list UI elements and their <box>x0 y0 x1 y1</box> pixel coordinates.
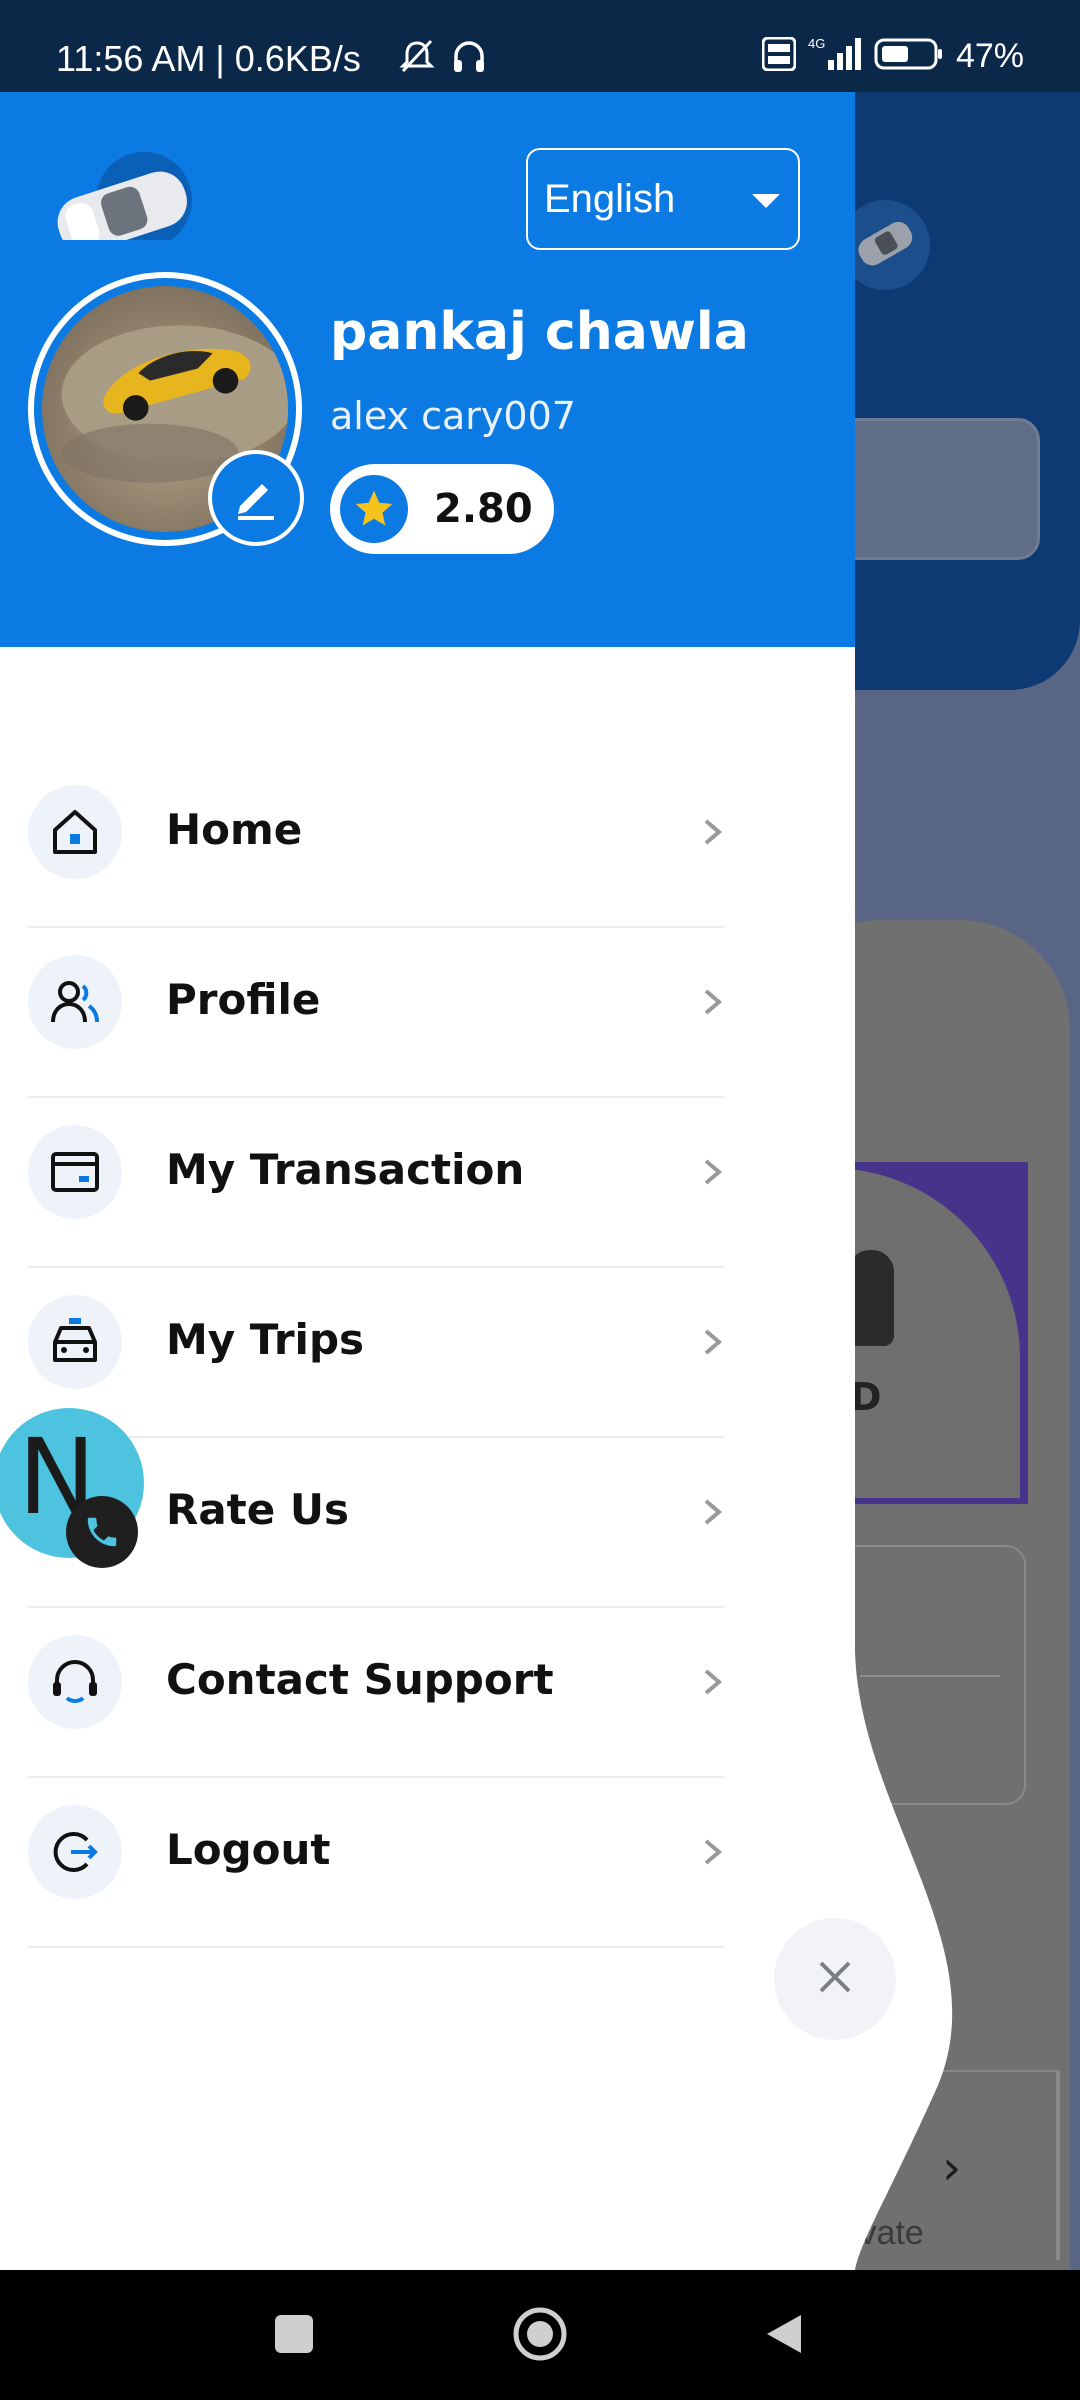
status-time: 11:56 AM | 0.6KB/s <box>56 38 361 79</box>
app-logo-car <box>48 120 198 253</box>
status-icons-left <box>398 38 488 80</box>
drawer-header: English pankaj chawla alex cary007 2.80 <box>0 92 855 647</box>
language-select[interactable]: English <box>526 148 800 250</box>
menu-item-label: Rate Us <box>166 1485 349 1534</box>
menu-item-label: My Trips <box>166 1315 365 1364</box>
menu-item-label: Profile <box>166 975 321 1024</box>
chevron-right-icon <box>704 1329 723 1355</box>
back-triangle-icon <box>761 2311 807 2361</box>
menu-item-profile[interactable]: Profile <box>0 927 855 1098</box>
svg-text:4G: 4G <box>808 36 825 51</box>
headset-icon <box>28 1635 122 1729</box>
chevron-right-icon <box>704 989 723 1015</box>
headphones-icon <box>450 38 488 80</box>
language-label: English <box>544 176 676 221</box>
square-icon <box>272 2312 316 2360</box>
menu-item-logout[interactable]: Logout <box>0 1777 855 1948</box>
home-icon <box>28 785 122 879</box>
phone-icon <box>66 1496 138 1568</box>
battery-icon <box>874 37 944 75</box>
menu-item-label: Contact Support <box>166 1655 554 1704</box>
circle-home-icon <box>510 2304 570 2368</box>
background-divider <box>860 1675 1000 1677</box>
recent-apps-button[interactable] <box>258 2300 330 2372</box>
back-button[interactable] <box>748 2300 820 2372</box>
chevron-right-icon <box>704 1499 723 1525</box>
battery-percentage: 47% <box>955 36 1024 75</box>
wallet-icon <box>28 1125 122 1219</box>
logout-icon <box>28 1805 122 1899</box>
menu-item-my-transaction[interactable]: My Transaction <box>0 1097 855 1268</box>
star-icon <box>340 475 408 543</box>
chevron-right-icon <box>704 1839 723 1865</box>
status-bar: 11:56 AM | 0.6KB/s 4G 47% <box>0 0 1080 92</box>
users-icon <box>28 955 122 1049</box>
pencil-icon <box>230 470 282 526</box>
rating-badge: 2.80 <box>330 464 554 554</box>
volte-icon <box>761 36 797 75</box>
menu-item-label: Logout <box>166 1825 331 1874</box>
rating-value: 2.80 <box>434 486 533 532</box>
close-drawer-button[interactable] <box>774 1918 896 2040</box>
floating-chat-bubble[interactable]: N <box>0 1408 144 1568</box>
menu-item-label: Home <box>166 805 303 854</box>
menu-item-home[interactable]: Home <box>0 757 855 928</box>
menu-item-contact-support[interactable]: Contact Support <box>0 1607 855 1778</box>
user-name: pankaj chawla <box>330 302 749 362</box>
close-icon <box>813 1955 857 2003</box>
edit-avatar-button[interactable] <box>208 450 304 546</box>
chevron-right-icon <box>704 1159 723 1185</box>
menu-item-my-trips[interactable]: My Trips <box>0 1267 855 1438</box>
menu-item-label: My Transaction <box>166 1145 525 1194</box>
system-navigation-bar <box>0 2270 1080 2400</box>
caret-down-icon <box>752 194 780 208</box>
status-icons-right: 4G 47% <box>761 36 1024 76</box>
chevron-right-icon <box>704 1669 723 1695</box>
signal-icon: 4G <box>808 36 862 76</box>
home-nav-button[interactable] <box>504 2300 576 2372</box>
background-chevron: › <box>942 2140 962 2196</box>
chevron-right-icon <box>704 819 723 845</box>
background-partial-text: ivate <box>852 2214 924 2252</box>
taxi-icon <box>28 1295 122 1389</box>
bell-muted-icon <box>398 38 436 80</box>
divider <box>28 1946 724 1948</box>
menu-list: Home Profile My Transaction My Trips Rat… <box>0 757 855 1948</box>
user-handle: alex cary007 <box>330 394 576 438</box>
navigation-drawer: English pankaj chawla alex cary007 2.80 … <box>0 92 855 2270</box>
